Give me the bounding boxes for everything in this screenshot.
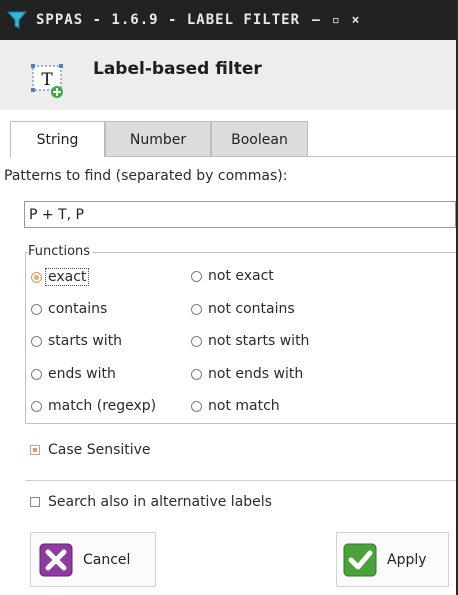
radio-not-match[interactable]: not match (191, 398, 280, 414)
window-title: SPPAS - 1.6.9 - LABEL FILTER (36, 12, 301, 28)
case-sensitive-checkbox[interactable]: Case Sensitive (30, 442, 151, 458)
header-icon-glyph: T (41, 70, 53, 90)
filter-funnel-icon (6, 11, 28, 29)
apply-label: Apply (387, 551, 427, 568)
radio-not-contains[interactable]: not contains (191, 301, 295, 317)
radio-contains[interactable]: contains (31, 301, 107, 317)
radio-not-ends-with[interactable]: not ends with (191, 366, 303, 382)
radio-icon (191, 335, 202, 347)
tab-bar: String Number Boolean (0, 121, 456, 157)
radio-icon (191, 270, 202, 282)
radio-icon (31, 303, 42, 315)
radio-label: not match (208, 398, 280, 414)
alt-labels-checkbox[interactable]: Search also in alternative labels (30, 494, 272, 510)
checkbox-checked-icon (30, 445, 40, 455)
radio-starts-with[interactable]: starts with (31, 333, 122, 349)
checkbox-icon (30, 497, 40, 507)
radio-label: not contains (208, 301, 295, 317)
radio-label: not starts with (208, 333, 310, 349)
radio-ends-with[interactable]: ends with (31, 366, 116, 382)
tab-string[interactable]: String (10, 121, 105, 157)
radio-icon (191, 303, 202, 315)
cancel-label: Cancel (83, 551, 131, 568)
radio-label: not ends with (208, 366, 304, 382)
divider (25, 480, 456, 481)
radio-icon (31, 335, 42, 347)
radio-not-exact[interactable]: not exact (191, 268, 274, 284)
radio-label: not exact (208, 268, 274, 284)
radio-label: exact (45, 268, 90, 286)
radio-label: match (regexp) (48, 398, 157, 414)
dialog-window: SPPAS - 1.6.9 - LABEL FILTER – ▫ × T Lab… (0, 0, 458, 595)
radio-icon (31, 368, 42, 380)
radio-label: starts with (48, 333, 123, 349)
radio-label: contains (48, 301, 108, 317)
apply-button[interactable]: Apply (336, 532, 449, 587)
minimize-button[interactable]: – (312, 13, 320, 28)
tab-divider (104, 156, 456, 157)
checkmark-icon (343, 543, 377, 576)
text-add-icon: T (31, 64, 63, 98)
title-bar[interactable]: SPPAS - 1.6.9 - LABEL FILTER – ▫ × (0, 0, 456, 40)
tab-number[interactable]: Number (105, 121, 211, 157)
radio-not-starts-with[interactable]: not starts with (191, 333, 309, 349)
radio-checked-icon (31, 271, 42, 283)
dialog-header: T Label-based filter (0, 40, 456, 110)
radio-icon (191, 400, 202, 412)
functions-legend: Functions (28, 244, 93, 259)
checkbox-label: Search also in alternative labels (48, 494, 272, 510)
page-title: Label-based filter (93, 59, 262, 79)
radio-match[interactable]: match (regexp) (31, 398, 156, 414)
cancel-button[interactable]: Cancel (30, 532, 156, 587)
cross-icon (39, 543, 73, 576)
pattern-prompt: Patterns to find (separated by commas): (4, 168, 288, 184)
radio-icon (191, 368, 202, 380)
maximize-button[interactable]: ▫ (332, 13, 340, 28)
tab-boolean[interactable]: Boolean (211, 121, 308, 157)
pattern-input[interactable] (24, 201, 456, 228)
radio-label: ends with (48, 366, 116, 382)
radio-exact[interactable]: exact (31, 268, 90, 286)
close-button[interactable]: × (352, 13, 360, 28)
checkbox-label: Case Sensitive (48, 442, 151, 458)
radio-icon (31, 400, 42, 412)
